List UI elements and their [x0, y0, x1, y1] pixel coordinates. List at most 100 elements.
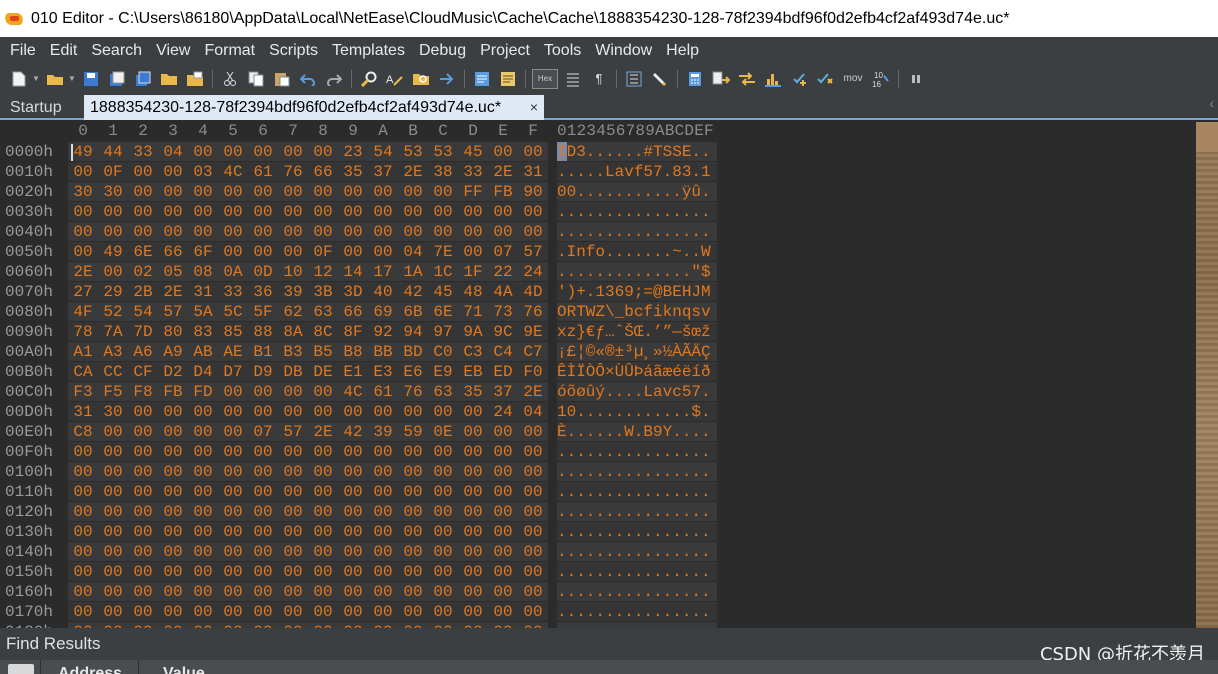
hex-byte[interactable]: 14	[338, 263, 368, 281]
menu-debug[interactable]: Debug	[412, 37, 473, 64]
hex-byte[interactable]: 00	[188, 423, 218, 441]
hex-byte[interactable]: 4C	[338, 383, 368, 401]
hex-byte[interactable]: 00	[128, 443, 158, 461]
hex-byte[interactable]: 00	[488, 463, 518, 481]
cut-icon[interactable]	[219, 68, 241, 90]
undo-icon[interactable]	[297, 68, 319, 90]
hex-byte[interactable]: 00	[428, 443, 458, 461]
hex-byte[interactable]: E1	[338, 363, 368, 381]
hex-row[interactable]: 00E0h C8 00 00 00 00 00 07 57 2E 42 39 59 0E 00 00 00 È..…	[0, 422, 1196, 442]
hex-byte[interactable]: 00	[458, 603, 488, 621]
ascii-text[interactable]: .Info.......~..W	[557, 243, 717, 261]
hex-byte[interactable]: 00	[398, 563, 428, 581]
hex-byte[interactable]: 04	[518, 403, 548, 421]
script-icon[interactable]	[497, 68, 519, 90]
ascii-text[interactable]: ................	[557, 603, 717, 621]
hex-row[interactable]: 0110h 00 00 00 00 00 00 00 00 00 00 00 00 00 00 00 00...…	[0, 482, 1196, 502]
hex-byte[interactable]: 00	[68, 523, 98, 541]
hex-row[interactable]: 00A0h A1 A3 A6 A9 AB AE B1 B3 B5 B8 BB BD C0 C3 C4 C7 ¡£¦…	[0, 342, 1196, 362]
hex-byte[interactable]: 00	[278, 203, 308, 221]
hex-byte[interactable]: 00	[368, 603, 398, 621]
hex-byte[interactable]: 2B	[128, 283, 158, 301]
hex-byte[interactable]: 00	[488, 483, 518, 501]
hex-byte[interactable]: 30	[98, 183, 128, 201]
hex-byte[interactable]: 00	[368, 223, 398, 241]
hex-row[interactable]: 0010h 00 0F 00 00 03 4C 61 76 66 35 37 2E 38 33 2E 31...…	[0, 162, 1196, 182]
ascii-text[interactable]: ................	[557, 203, 717, 221]
ascii-text[interactable]: ................	[557, 583, 717, 601]
hex-byte[interactable]: 00	[128, 543, 158, 561]
ascii-text[interactable]: 10............$.	[557, 403, 717, 421]
hex-byte[interactable]: 00	[368, 443, 398, 461]
hex-byte[interactable]: 00	[278, 543, 308, 561]
hex-byte[interactable]: 00	[188, 183, 218, 201]
hex-byte[interactable]: 00	[338, 523, 368, 541]
hex-byte[interactable]: 10	[278, 263, 308, 281]
hex-byte[interactable]: 00	[218, 463, 248, 481]
ascii-text[interactable]: ................	[557, 223, 717, 241]
hex-byte[interactable]: 1C	[428, 263, 458, 281]
hex-byte[interactable]: CC	[98, 363, 128, 381]
hex-byte[interactable]: 00	[68, 543, 98, 561]
hex-byte[interactable]: 00	[338, 403, 368, 421]
folder-icon[interactable]	[158, 68, 180, 90]
hex-byte[interactable]: 00	[248, 203, 278, 221]
replace-icon[interactable]: A	[384, 68, 406, 90]
chevron-down-icon[interactable]: ▼	[32, 74, 40, 83]
hex-byte[interactable]: 00	[158, 483, 188, 501]
hex-byte[interactable]: 57	[518, 243, 548, 261]
hex-byte[interactable]: 57	[278, 423, 308, 441]
hex-byte[interactable]: 00	[98, 603, 128, 621]
hex-byte[interactable]: 00	[278, 563, 308, 581]
hex-byte[interactable]: 00	[338, 443, 368, 461]
hex-byte[interactable]: 00	[158, 503, 188, 521]
hex-byte[interactable]: 00	[218, 243, 248, 261]
hex-byte[interactable]: 00	[248, 483, 278, 501]
paragraph-icon[interactable]: ¶	[588, 68, 610, 90]
hex-byte[interactable]: 00	[248, 503, 278, 521]
hex-byte[interactable]: 9A	[458, 323, 488, 341]
hex-byte[interactable]: 6F	[188, 243, 218, 261]
menu-format[interactable]: Format	[197, 37, 262, 64]
hex-byte[interactable]: 00	[458, 503, 488, 521]
hex-byte[interactable]: 00	[68, 243, 98, 261]
hex-byte[interactable]: D9	[248, 363, 278, 381]
hex-byte[interactable]: 45	[428, 283, 458, 301]
hex-byte[interactable]: E9	[428, 363, 458, 381]
hex-byte[interactable]: 00	[98, 223, 128, 241]
compare-icon[interactable]	[710, 68, 732, 90]
hex-byte[interactable]: 07	[248, 423, 278, 441]
ascii-text[interactable]: ................	[557, 543, 717, 561]
hex-byte[interactable]: 48	[458, 283, 488, 301]
hex-byte[interactable]: 31	[518, 163, 548, 181]
pause-icon[interactable]	[905, 68, 927, 90]
hex-byte[interactable]: DB	[278, 363, 308, 381]
hex-byte[interactable]: 00	[458, 523, 488, 541]
hex-byte[interactable]: 31	[188, 283, 218, 301]
menu-search[interactable]: Search	[84, 37, 149, 64]
open-folder-icon[interactable]	[44, 68, 66, 90]
hex-byte[interactable]: 00	[308, 503, 338, 521]
menu-help[interactable]: Help	[659, 37, 706, 64]
hex-byte[interactable]: 00	[68, 583, 98, 601]
hex-byte[interactable]: 54	[128, 303, 158, 321]
hex-byte[interactable]: 29	[98, 283, 128, 301]
hex-editor[interactable]: 0123456789ABCDEF 0123456789ABCDEF 0000h 4…	[0, 122, 1196, 628]
hex-byte[interactable]: F8	[128, 383, 158, 401]
hex-byte[interactable]: 92	[368, 323, 398, 341]
hex-byte[interactable]: 33	[218, 283, 248, 301]
hex-byte[interactable]: 00	[338, 543, 368, 561]
column-header-value[interactable]: Value	[163, 665, 205, 674]
hex-byte[interactable]: 00	[368, 403, 398, 421]
hex-byte[interactable]: 00	[278, 523, 308, 541]
hex-byte[interactable]: 1F	[458, 263, 488, 281]
hex-byte[interactable]: 00	[158, 183, 188, 201]
hex-byte[interactable]: 00	[458, 423, 488, 441]
hex-byte[interactable]: 00	[218, 423, 248, 441]
hex-byte[interactable]: 00	[128, 223, 158, 241]
hex-byte[interactable]: 33	[128, 143, 158, 161]
hex-byte[interactable]: 00	[128, 483, 158, 501]
hex-byte[interactable]: 00	[338, 583, 368, 601]
hex-byte[interactable]: 05	[158, 263, 188, 281]
address-icon[interactable]	[623, 68, 645, 90]
